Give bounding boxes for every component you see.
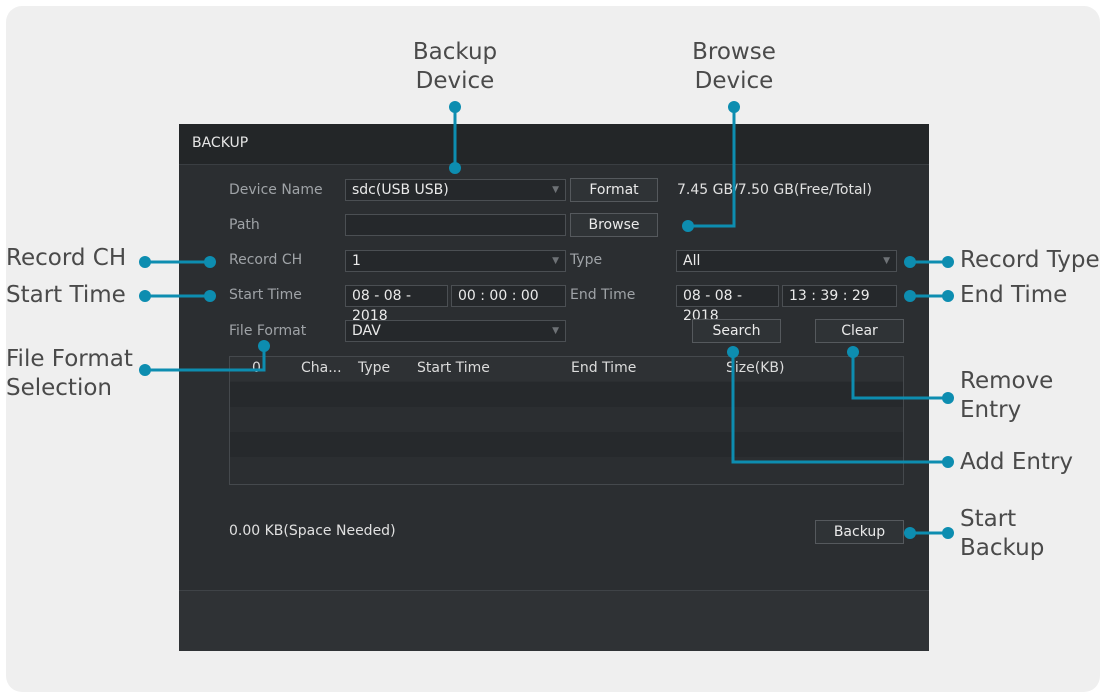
end-time-dot <box>904 290 916 302</box>
record-ch-dot-end <box>204 256 216 268</box>
record-type-dot-end <box>942 256 954 268</box>
backup-device-dot-end <box>449 162 461 174</box>
start-time-dot <box>139 290 151 302</box>
browse-device-dot <box>728 101 740 113</box>
callout-lines <box>139 101 954 539</box>
start-time-dot-end <box>204 290 216 302</box>
add-entry-dot-end <box>942 456 954 468</box>
remove-entry-dot-end <box>942 392 954 404</box>
record-type-dot <box>904 256 916 268</box>
file-format-connector <box>145 346 266 372</box>
file-format-dot-end <box>258 340 270 352</box>
add-entry-connector <box>731 352 948 464</box>
remove-entry-connector <box>851 352 948 400</box>
file-format-dot <box>139 364 151 376</box>
start-backup-dot <box>904 527 916 539</box>
browse-device-connector <box>688 107 736 228</box>
browse-device-dot-end <box>682 220 694 232</box>
start-backup-dot-end <box>942 527 954 539</box>
record-ch-dot <box>139 256 151 268</box>
callout-connectors <box>145 107 948 535</box>
add-entry-dot <box>727 346 739 358</box>
end-time-dot-end <box>942 290 954 302</box>
backup-device-dot <box>449 101 461 113</box>
remove-entry-dot <box>847 346 859 358</box>
callout-dots <box>139 101 954 539</box>
